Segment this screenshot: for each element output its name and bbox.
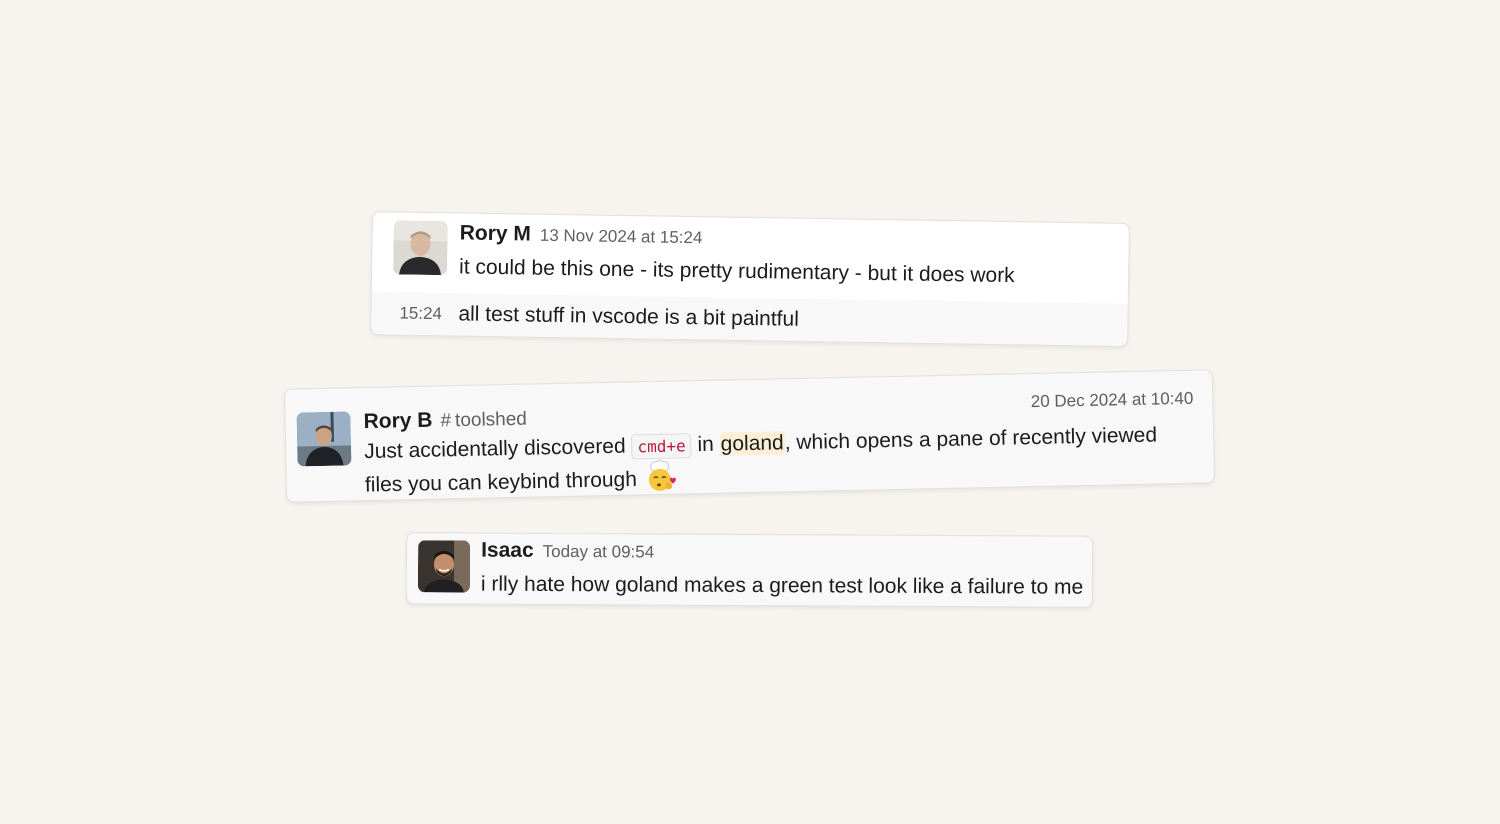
message-text: it could be this one - its pretty rudime…	[458, 255, 1015, 288]
inline-code: cmd+e	[631, 433, 692, 460]
followup-message[interactable]: 15:24 all test stuff in vscode is a bit …	[371, 292, 1128, 347]
message-text: i rlly hate how goland makes a green tes…	[480, 572, 1084, 599]
message-header: Isaac Today at 09:54	[481, 539, 654, 564]
message-timestamp[interactable]: 13 Nov 2024 at 15:24	[540, 226, 703, 248]
followup-text: all test stuff in vscode is a bit paintf…	[458, 302, 800, 331]
author-name[interactable]: Rory M	[460, 221, 532, 245]
avatar[interactable]	[296, 411, 352, 467]
message-card-isaac[interactable]: Isaac Today at 09:54 i rlly hate how gola…	[405, 532, 1094, 608]
text-before-code: Just accidentally discovered	[364, 434, 632, 464]
text-after-code: in	[691, 432, 720, 457]
message-card-rory-b[interactable]: Rory B # toolshed 20 Dec 2024 at 10:40 Jus…	[283, 369, 1216, 503]
channel-name: toolshed	[454, 408, 528, 432]
message-timestamp[interactable]: 20 Dec 2024 at 10:40	[1031, 389, 1194, 412]
followup-time[interactable]: 15:24	[399, 303, 442, 324]
avatar[interactable]	[417, 540, 471, 593]
message-header: Rory M 13 Nov 2024 at 15:24	[459, 221, 703, 249]
avatar-isaac-image	[417, 540, 471, 593]
avatar[interactable]	[393, 220, 448, 276]
channel-link[interactable]: # toolshed	[440, 409, 527, 432]
message-card-rory-m[interactable]: Rory M 13 Nov 2024 at 15:24 it could be t…	[370, 211, 1130, 347]
author-name[interactable]: Rory B	[363, 409, 432, 433]
highlighted-keyword: goland	[719, 431, 785, 456]
author-name[interactable]: Isaac	[481, 539, 534, 562]
channel-hash-icon: #	[440, 410, 452, 432]
message-timestamp[interactable]: Today at 09:54	[543, 542, 655, 562]
message-header: Rory B # toolshed	[363, 407, 527, 434]
avatar-rory-b-image	[296, 411, 352, 467]
chef-kiss-emoji-icon[interactable]	[642, 459, 677, 494]
avatar-rory-m-image	[393, 220, 448, 276]
